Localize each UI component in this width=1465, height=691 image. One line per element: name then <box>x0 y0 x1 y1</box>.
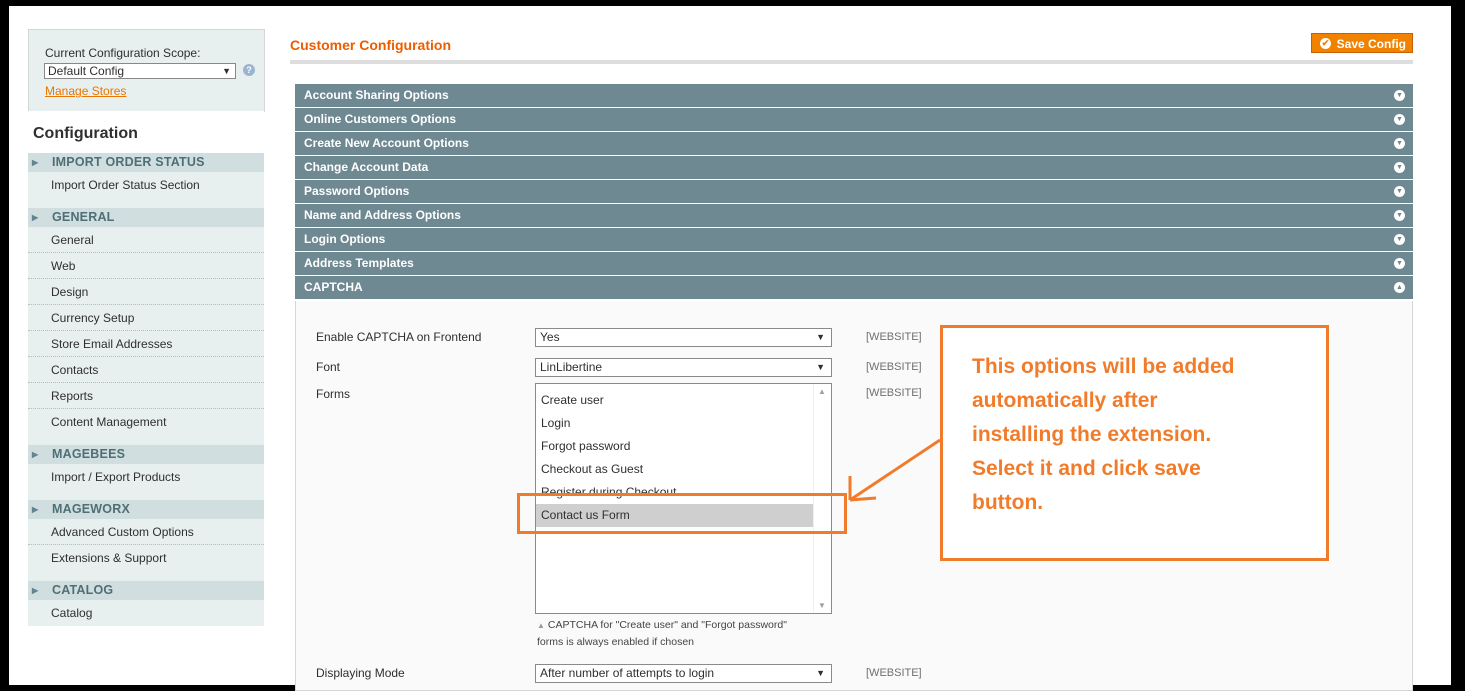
annotation-callout: This options will be added automatically… <box>940 325 1329 561</box>
callout-line: This options will be added <box>972 355 1235 378</box>
callout-line: button. <box>972 491 1044 514</box>
callout-line: automatically after <box>972 389 1158 412</box>
callout-line: installing the extension. <box>972 423 1212 446</box>
callout-line: Select it and click save <box>972 457 1201 480</box>
